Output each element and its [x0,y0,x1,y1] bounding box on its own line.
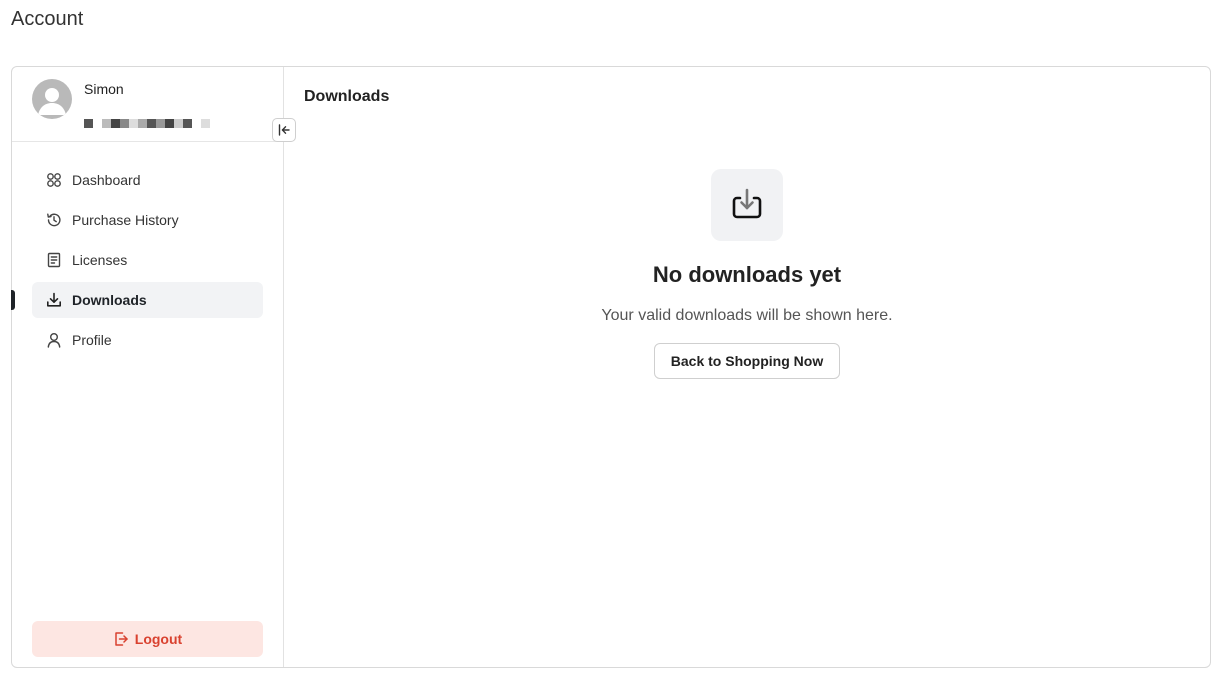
empty-state-icon-box [711,169,783,241]
sidebar-item-profile[interactable]: Profile [32,322,263,358]
dashboard-grid-icon [46,172,62,188]
user-block: Simon [12,67,296,142]
collapse-left-icon [278,124,290,136]
sidebar-item-dashboard[interactable]: Dashboard [32,162,263,198]
logout-icon [113,631,129,647]
user-email-redacted [84,119,210,128]
sidebar-item-label: Profile [72,332,112,348]
back-to-shopping-button[interactable]: Back to Shopping Now [654,343,840,379]
collapse-sidebar-button[interactable] [272,118,296,142]
sidebar-item-licenses[interactable]: Licenses [32,242,263,278]
sidebar-item-purchase-history[interactable]: Purchase History [32,202,263,238]
logout-label: Logout [134,631,183,647]
logout-button[interactable]: Logout [32,621,263,657]
user-name: Simon [84,81,124,97]
account-panel: Simon Dashboard Purchase History License… [11,66,1211,668]
section-title: Downloads [304,88,390,105]
download-icon [46,292,62,308]
sidebar: Simon Dashboard Purchase History License… [11,67,296,667]
sidebar-item-downloads[interactable]: Downloads [11,282,263,318]
main-content: Downloads No downloads yet Your valid do… [284,67,1210,667]
history-icon [46,212,62,228]
empty-state-subtitle: Your valid downloads will be shown here. [601,307,893,324]
sidebar-nav: Dashboard Purchase History Licenses Down… [11,162,263,362]
download-tray-icon [732,188,762,219]
empty-state-title: No downloads yet [652,262,842,287]
document-icon [46,252,62,268]
sidebar-item-label: Purchase History [72,212,179,228]
avatar [32,79,72,119]
sidebar-item-label: Licenses [72,252,128,268]
user-icon [46,332,62,348]
sidebar-item-label: Dashboard [72,172,141,188]
sidebar-item-label: Downloads [72,292,147,308]
page-title: Account [11,8,84,30]
